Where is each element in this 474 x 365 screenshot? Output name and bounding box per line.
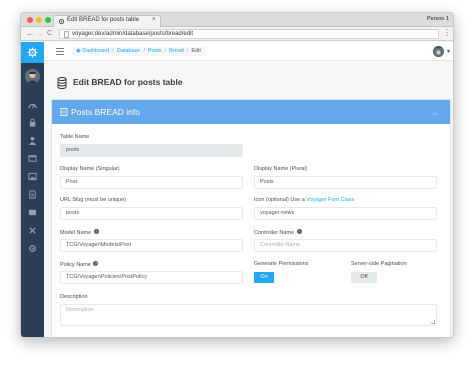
controller-name-label: Controller Name ? — [254, 229, 302, 236]
lock-icon[interactable] — [28, 118, 37, 127]
description-placeholder: Description — [66, 307, 94, 313]
panel-title: Posts BREAD info — [71, 107, 140, 117]
browser-menu-icon[interactable]: ⋮ — [443, 28, 451, 37]
resize-handle-icon[interactable] — [431, 320, 435, 324]
back-button[interactable]: ← — [26, 29, 34, 38]
generate-permissions-toggle[interactable]: On — [254, 272, 274, 283]
voyager-logo[interactable] — [21, 42, 44, 63]
profile-name[interactable]: Person 1 — [427, 16, 449, 22]
policy-name-label-text: Policy Name — [60, 262, 91, 268]
browser-window: Edit BREAD for posts table × Person 1 ← … — [20, 12, 454, 338]
helm-icon — [27, 47, 38, 58]
forward-button[interactable]: → — [36, 29, 44, 38]
sidebar-user-avatar[interactable] — [25, 69, 40, 84]
breadcrumb-posts[interactable]: Posts — [148, 48, 162, 54]
breadcrumb-separator: / — [164, 48, 167, 54]
table-name-input[interactable]: posts — [60, 144, 243, 157]
description-textarea[interactable]: Description — [60, 304, 437, 326]
breadcrumb-separator: / — [186, 48, 189, 54]
categories-icon[interactable] — [28, 208, 37, 217]
controller-name-input[interactable]: Controller Name — [254, 239, 437, 252]
close-tab-icon[interactable]: × — [152, 16, 156, 23]
image-icon[interactable] — [28, 172, 37, 181]
display-singular-label: Display Name (Singular) — [60, 166, 120, 172]
voyager-font-class-link[interactable]: Voyager Font Class — [306, 197, 354, 203]
page-header: Edit BREAD for posts table — [44, 61, 453, 101]
display-plural-input[interactable]: Posts — [254, 176, 437, 189]
page-title: Edit BREAD for posts table — [73, 77, 183, 87]
panel-header[interactable]: Posts BREAD info ︿ — [52, 100, 450, 124]
browser-icon[interactable] — [28, 154, 37, 163]
icon-label: Icon (optional) Use a Voyager Font Class — [254, 197, 354, 203]
browser-tab[interactable]: Edit BREAD for posts table × — [53, 15, 161, 27]
server-side-pagination-toggle[interactable]: Off — [351, 272, 377, 283]
display-singular-input[interactable]: Post — [60, 176, 243, 189]
sidebar — [21, 42, 44, 337]
user-menu-caret-icon[interactable]: ▾ — [447, 48, 450, 55]
url-text: voyager.dev/admin/database/posts/bread/e… — [72, 31, 194, 37]
icon-input[interactable]: voyager-news — [254, 207, 437, 220]
collapse-panel-icon[interactable]: ︿ — [432, 108, 438, 117]
user-avatar[interactable] — [433, 46, 444, 57]
help-icon[interactable]: ? — [296, 229, 302, 234]
description-label: Description — [60, 294, 88, 300]
dashboard-icon[interactable] — [28, 100, 37, 109]
close-window-button[interactable] — [27, 17, 33, 23]
browser-tab-bar: Edit BREAD for posts table × Person 1 — [21, 13, 453, 27]
person-icon[interactable] — [28, 136, 37, 145]
generate-permissions-label: Generate Permissions — [254, 261, 309, 267]
browser-toolbar: ← → C voyager.dev/admin/database/posts/b… — [21, 27, 453, 41]
server-side-pagination-label: Server-side Pagination — [351, 261, 407, 267]
url-slug-label: URL Slug (must be unique) — [60, 197, 127, 203]
maximize-window-button[interactable] — [45, 17, 51, 23]
icon-label-text: Icon (optional) Use a — [254, 197, 305, 203]
page-icon — [64, 31, 69, 38]
url-slug-input[interactable]: posts — [60, 207, 243, 220]
breadcrumb-current: Edit — [191, 48, 201, 54]
top-navbar: ◉ Dashboard / Database / Posts / Bread / Edit ▾ — [44, 42, 453, 61]
gear-icon — [58, 18, 65, 25]
help-icon[interactable]: ? — [93, 261, 99, 266]
tab-title: Edit BREAD for posts table — [67, 17, 140, 23]
breadcrumb-dashboard[interactable]: ◉ Dashboard — [76, 48, 109, 54]
bread-info-panel: Posts BREAD info ︿ Table Name posts Disp… — [51, 99, 451, 337]
reload-button[interactable]: C — [47, 29, 52, 38]
document-icon[interactable] — [28, 190, 37, 199]
table-name-label: Table Name — [60, 134, 90, 140]
breadcrumb-database[interactable]: Database — [117, 48, 141, 54]
tools-icon[interactable] — [28, 226, 37, 235]
policy-name-input[interactable]: TCG\Voyager\Policies\PostPolicy — [60, 271, 243, 284]
help-icon[interactable]: ? — [93, 229, 99, 234]
display-plural-label: Display Name (Plural) — [254, 166, 308, 172]
breadcrumb-separator: / — [143, 48, 145, 54]
breadcrumb-bread[interactable]: Bread — [169, 48, 184, 54]
model-name-input[interactable]: TCG\Voyager\Models\Post — [60, 239, 243, 252]
database-icon — [57, 77, 67, 89]
minimize-window-button[interactable] — [36, 17, 42, 23]
address-bar[interactable]: voyager.dev/admin/database/posts/bread/e… — [59, 29, 439, 39]
settings-icon[interactable] — [28, 244, 37, 253]
hamburger-menu-icon[interactable] — [56, 48, 64, 55]
model-name-label-text: Model Name — [60, 230, 92, 236]
clipboard-icon — [60, 108, 68, 116]
breadcrumb-separator: / — [112, 48, 114, 54]
policy-name-label: Policy Name ? — [60, 261, 99, 268]
breadcrumb: ◉ Dashboard / Database / Posts / Bread / Edit — [72, 47, 205, 56]
controller-name-label-text: Controller Name — [254, 230, 295, 236]
model-name-label: Model Name ? — [60, 229, 99, 236]
